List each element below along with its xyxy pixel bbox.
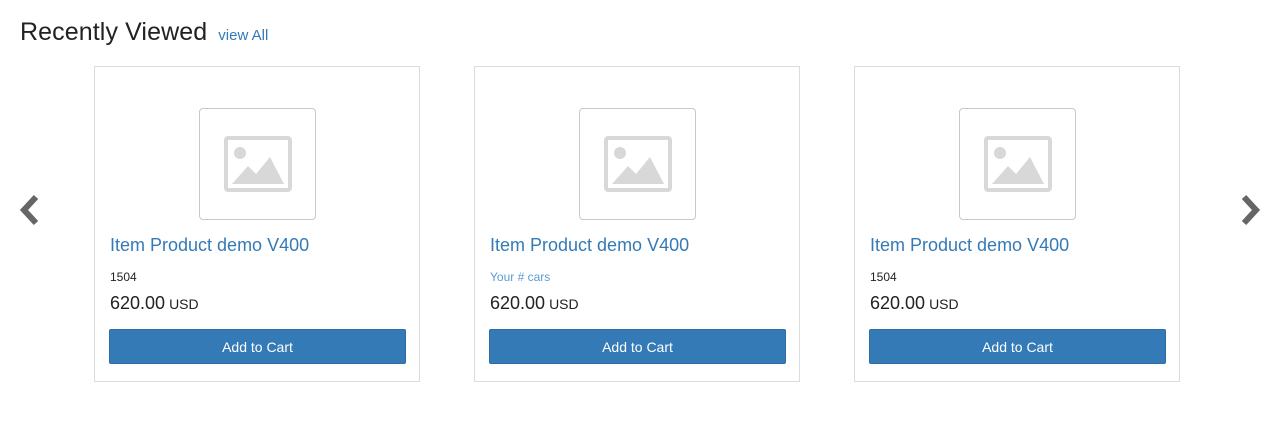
price-amount: 620.00 [490, 293, 546, 313]
image-placeholder-icon [223, 136, 292, 192]
product-sku: 1504 [110, 270, 137, 284]
chevron-right-icon [1241, 194, 1261, 226]
product-title-link[interactable]: Item Product demo V400 [110, 235, 309, 256]
price-amount: 620.00 [110, 293, 166, 313]
product-title-link[interactable]: Item Product demo V400 [870, 235, 1069, 256]
product-card: Item Product demo V400 1504 620.00 USD Ad… [854, 66, 1180, 382]
chevron-left-icon [19, 194, 39, 226]
product-price: 620.00 USD [870, 293, 959, 314]
price-currency: USD [929, 296, 959, 312]
product-sku: 1504 [870, 270, 897, 284]
product-image[interactable] [959, 108, 1076, 220]
recently-viewed-section: Recently Viewed view All Item Product de… [0, 0, 1280, 424]
your-cars-link[interactable]: Your # cars [490, 270, 550, 284]
add-to-cart-button[interactable]: Add to Cart [109, 329, 406, 364]
view-all-link[interactable]: view All [218, 27, 268, 44]
price-currency: USD [549, 296, 579, 312]
section-title: Recently Viewed [20, 18, 208, 46]
price-amount: 620.00 [870, 293, 926, 313]
product-image[interactable] [199, 108, 316, 220]
product-price: 620.00 USD [110, 293, 199, 314]
product-image[interactable] [579, 108, 696, 220]
price-currency: USD [169, 296, 199, 312]
carousel-prev-button[interactable] [18, 192, 42, 228]
image-placeholder-icon [603, 136, 672, 192]
image-placeholder-icon [983, 136, 1052, 192]
add-to-cart-button[interactable]: Add to Cart [869, 329, 1166, 364]
carousel-next-button[interactable] [1238, 192, 1262, 228]
product-price: 620.00 USD [490, 293, 579, 314]
product-card: Item Product demo V400 1504 620.00 USD Ad… [94, 66, 420, 382]
product-title-link[interactable]: Item Product demo V400 [490, 235, 689, 256]
product-card: Item Product demo V400 Your # cars 620.0… [474, 66, 800, 382]
add-to-cart-button[interactable]: Add to Cart [489, 329, 786, 364]
section-header: Recently Viewed view All [20, 18, 268, 47]
